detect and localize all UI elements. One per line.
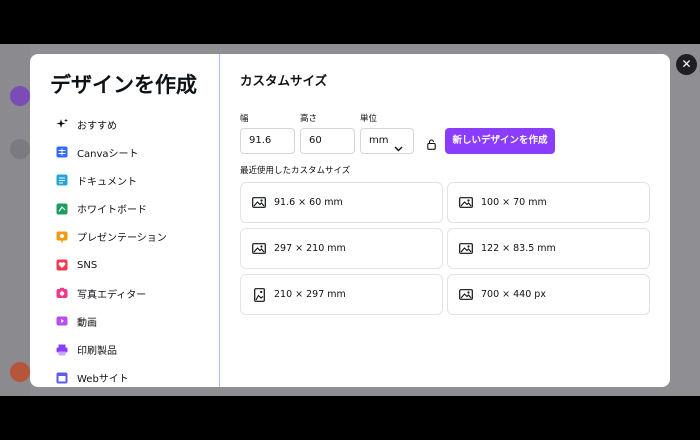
create-new-design-button[interactable]: 新しいデザインを作成 (445, 128, 555, 154)
nav-label: SNS (77, 259, 98, 271)
nav-item-sns[interactable]: SNS (56, 251, 216, 279)
presentation-icon (56, 231, 68, 243)
recent-size-label: 122 × 83.5 mm (481, 243, 556, 254)
modal-right-panel: カスタムサイズ 幅 高さ 単位 91.6 60 mm 新しいデザインを作成 最近… (220, 54, 670, 387)
recent-size-label: 700 × 440 px (481, 289, 546, 300)
nav-label: ホワイトボード (77, 205, 147, 217)
width-label: 幅 (240, 114, 249, 124)
document-icon (56, 174, 68, 186)
printer-icon (56, 344, 68, 356)
nav-item-video[interactable]: 動画 (56, 307, 216, 335)
recent-size-card[interactable]: 210 × 297 mm (240, 274, 443, 315)
recent-size-label: 297 × 210 mm (274, 243, 346, 254)
recent-size-card[interactable]: 122 × 83.5 mm (447, 228, 650, 269)
nav-label: 写真エディター (77, 289, 147, 301)
unit-select[interactable]: mm (360, 128, 414, 154)
nav-label: おすすめ (77, 120, 117, 132)
recent-size-card[interactable]: 297 × 210 mm (240, 228, 443, 269)
background-sidebar (0, 44, 30, 396)
image-landscape-icon (252, 242, 266, 256)
width-input[interactable]: 91.6 (240, 128, 295, 154)
nav-label: ドキュメント (77, 176, 137, 188)
modal-left-panel: デザインを作成 おすすめ Canvaシート ドキュメント ホワイトボード プレゼ… (30, 54, 219, 387)
nav-label: 動画 (77, 317, 97, 329)
lock-icon[interactable] (427, 135, 436, 154)
sparkle-icon (56, 118, 68, 130)
unit-select-value: mm (369, 135, 389, 146)
nav-label: 印刷製品 (77, 346, 117, 358)
height-label: 高さ (300, 114, 318, 124)
nav-item-document[interactable]: ドキュメント (56, 166, 216, 194)
close-icon: ✕ (681, 57, 692, 71)
nav-item-website[interactable]: Webサイト (56, 364, 216, 387)
recent-size-card[interactable]: 700 × 440 px (447, 274, 650, 315)
create-design-modal: デザインを作成 おすすめ Canvaシート ドキュメント ホワイトボード プレゼ… (30, 54, 670, 387)
recent-sizes-label: 最近使用したカスタムサイズ (240, 166, 351, 176)
nav-item-recommended[interactable]: おすすめ (56, 110, 216, 138)
background-home-icon (10, 139, 30, 159)
nav-item-print-products[interactable]: 印刷製品 (56, 336, 216, 364)
nav-label: Webサイト (77, 374, 129, 386)
nav-item-whiteboard[interactable]: ホワイトボード (56, 195, 216, 223)
whiteboard-icon (56, 203, 68, 215)
recent-size-label: 100 × 70 mm (481, 197, 547, 208)
nav-label: プレゼンテーション (77, 233, 167, 245)
image-landscape-icon (252, 196, 266, 210)
recent-size-card[interactable]: 91.6 × 60 mm (240, 182, 443, 223)
recent-size-label: 91.6 × 60 mm (274, 197, 343, 208)
table-icon (56, 146, 68, 158)
image-portrait-icon (252, 287, 266, 302)
design-type-nav: おすすめ Canvaシート ドキュメント ホワイトボード プレゼンテーション S… (56, 110, 216, 387)
height-input[interactable]: 60 (300, 128, 355, 154)
nav-item-photo-editor[interactable]: 写真エディター (56, 279, 216, 307)
image-landscape-icon (459, 196, 473, 210)
nav-item-canva-sheets[interactable]: Canvaシート (56, 138, 216, 166)
close-button[interactable]: ✕ (676, 54, 697, 75)
nav-label: Canvaシート (77, 148, 139, 160)
recent-size-card[interactable]: 100 × 70 mm (447, 182, 650, 223)
background-avatar (10, 86, 30, 106)
background-user-avatar (10, 362, 30, 382)
chevron-down-icon (394, 138, 403, 162)
custom-size-title: カスタムサイズ (240, 73, 328, 88)
heart-icon (56, 259, 68, 271)
camera-icon (56, 287, 68, 299)
recent-size-label: 210 × 297 mm (274, 289, 346, 300)
unit-label: 単位 (360, 114, 378, 124)
image-landscape-icon (459, 288, 473, 302)
video-icon (56, 315, 68, 327)
modal-title: デザインを作成 (50, 73, 197, 97)
website-icon (56, 372, 68, 384)
nav-item-presentation[interactable]: プレゼンテーション (56, 223, 216, 251)
image-landscape-icon (459, 242, 473, 256)
